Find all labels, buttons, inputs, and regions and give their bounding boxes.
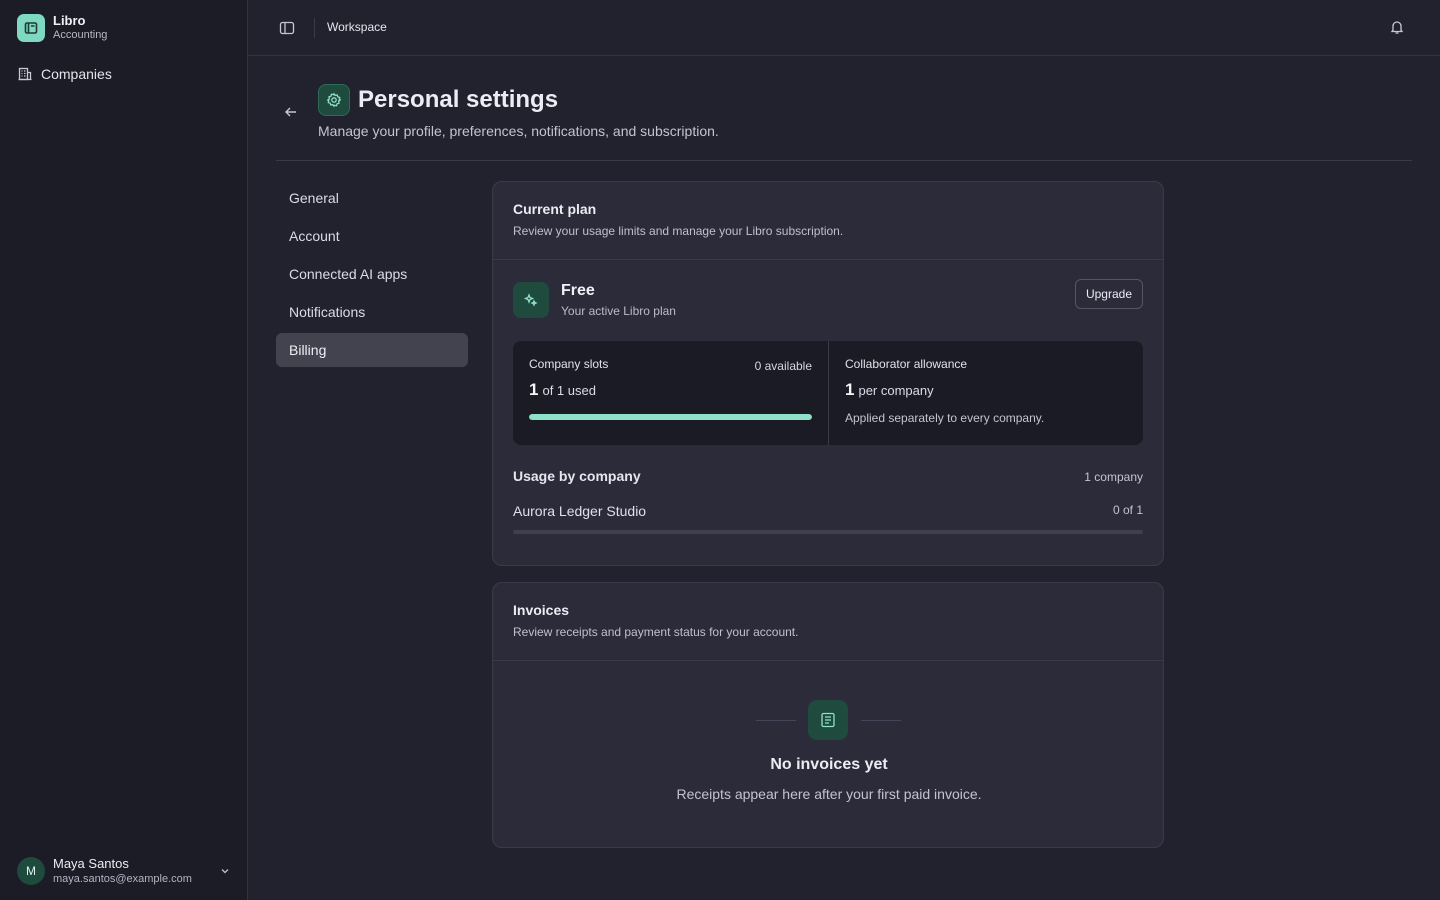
back-arrow-icon[interactable] xyxy=(283,104,299,120)
topbar: Workspace xyxy=(248,0,1440,56)
company-usage-value: 0 of 1 xyxy=(1112,503,1143,517)
page-title: Personal settings xyxy=(358,86,559,113)
company-name: Aurora Ledger Studio xyxy=(513,503,647,519)
collaborator-value: 1 per company xyxy=(845,380,1127,400)
building-icon xyxy=(17,66,33,82)
empty-description: Receipts appear here after your first pa… xyxy=(676,786,982,802)
sidebar: Libro Accounting Companies M Maya Santos… xyxy=(0,0,248,900)
settings-nav: General Account Connected AI apps Notifi… xyxy=(276,181,468,371)
plan-summary: Free Your active Libro plan xyxy=(513,281,676,318)
divider-line xyxy=(756,720,796,721)
settings-nav-connected-ai-apps[interactable]: Connected AI apps xyxy=(276,257,468,291)
gear-icon xyxy=(318,84,350,116)
user-name: Maya Santos xyxy=(53,856,129,871)
company-slots-progress-fill xyxy=(529,414,812,420)
collaborator-unit: per company xyxy=(858,383,934,398)
slots-available: 0 available xyxy=(754,359,812,373)
usage-count: 1 company xyxy=(1084,470,1143,484)
settings-nav-notifications[interactable]: Notifications xyxy=(276,295,468,329)
brand-name: Libro xyxy=(53,13,86,28)
receipt-icon xyxy=(808,700,848,740)
bell-icon[interactable] xyxy=(1389,19,1405,35)
slots-used-count: 1 xyxy=(529,380,539,399)
company-usage-progress xyxy=(513,530,1143,534)
breadcrumb: Workspace xyxy=(327,20,387,34)
divider-line xyxy=(861,720,901,721)
collaborator-allowance-stat: Collaborator allowance 1 per company Appl… xyxy=(828,341,1143,445)
empty-title: No invoices yet xyxy=(770,756,888,773)
invoices-card: Invoices Review receipts and payment sta… xyxy=(492,582,1164,848)
current-plan-card: Current plan Review your usage limits an… xyxy=(492,181,1164,566)
invoices-empty-state: No invoices yet Receipts appear here aft… xyxy=(493,700,1165,802)
upgrade-button[interactable]: Upgrade xyxy=(1074,279,1143,309)
libro-logo-icon xyxy=(17,13,45,42)
plan-stats: Company slots 0 available 1 of 1 used Col… xyxy=(513,341,1143,445)
sidebar-item-label: Companies xyxy=(41,66,112,82)
user-email: maya.santos@example.com xyxy=(53,873,192,885)
topbar-divider xyxy=(314,18,315,38)
settings-nav-general[interactable]: General xyxy=(276,181,468,215)
brand-subtitle: Accounting xyxy=(53,29,108,41)
page-subtitle: Manage your profile, preferences, notifi… xyxy=(318,123,719,139)
card-title: Current plan xyxy=(513,201,597,217)
plan-subtitle: Your active Libro plan xyxy=(561,304,676,318)
company-slots-progress xyxy=(529,414,812,420)
settings-nav-account[interactable]: Account xyxy=(276,219,468,253)
collaborator-note: Applied separately to every company. xyxy=(845,411,1045,425)
company-slots-stat: Company slots 0 available 1 of 1 used xyxy=(513,341,828,445)
plan-name: Free xyxy=(561,282,595,299)
card-description: Review your usage limits and manage your… xyxy=(513,224,844,238)
sidebar-toggle-icon[interactable] xyxy=(279,20,295,36)
usage-header: Usage by company 1 company xyxy=(513,468,1143,484)
user-menu[interactable]: M Maya Santos maya.santos@example.com xyxy=(17,856,231,886)
card-title: Invoices xyxy=(513,602,570,618)
slots-used-text: of 1 used xyxy=(542,383,596,398)
slots-used: 1 of 1 used xyxy=(529,380,812,400)
settings-nav-billing[interactable]: Billing xyxy=(276,333,468,367)
sidebar-item-companies[interactable]: Companies xyxy=(17,64,112,84)
usage-title: Usage by company xyxy=(513,468,641,484)
usage-row: Aurora Ledger Studio 0 of 1 xyxy=(513,503,1143,534)
header-divider xyxy=(276,160,1412,161)
brand[interactable]: Libro Accounting xyxy=(17,13,107,42)
stat-label: Collaborator allowance xyxy=(845,357,968,371)
chevron-down-icon[interactable] xyxy=(219,864,231,876)
card-description: Review receipts and payment status for y… xyxy=(513,625,799,639)
avatar: M xyxy=(17,857,45,885)
collaborator-count: 1 xyxy=(845,380,855,399)
sparkle-icon xyxy=(513,281,549,318)
